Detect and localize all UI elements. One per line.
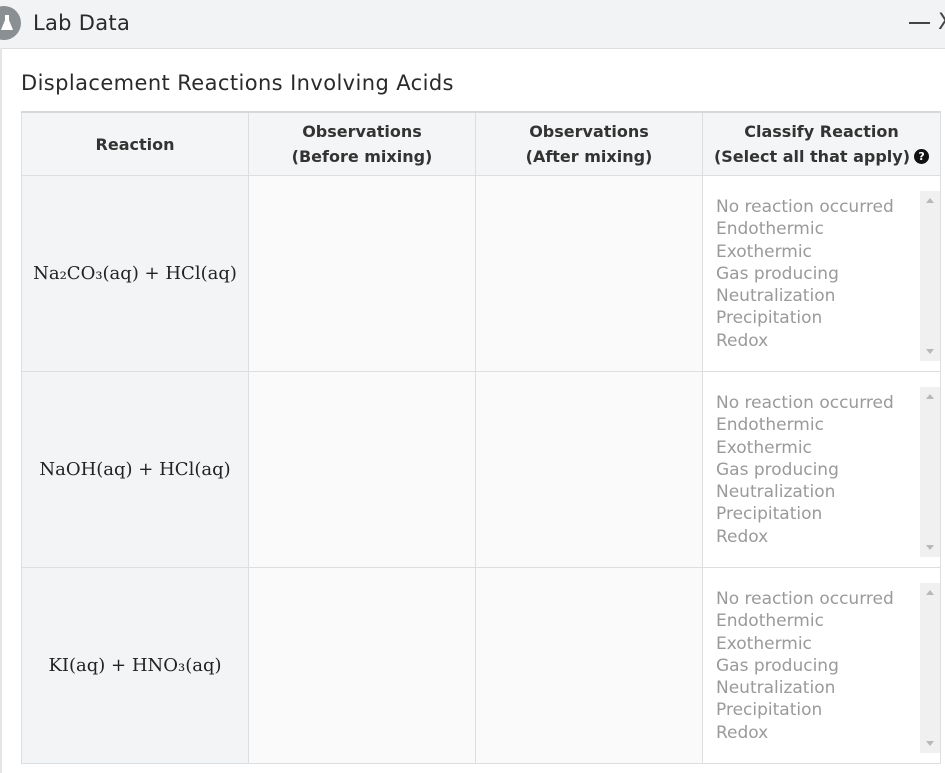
option-redox[interactable]: Redox: [703, 330, 940, 352]
table-row: Na₂CO₃(aq) + HCl(aq) No reaction occurre…: [21, 175, 941, 372]
option-redox[interactable]: Redox: [703, 526, 940, 548]
table-row: KI(aq) + HNO₃(aq) No reaction occurred E…: [21, 567, 941, 764]
reaction-cell: NaOH(aq) + HCl(aq): [21, 371, 249, 568]
header-obs-before-line1: Observations: [302, 122, 422, 141]
obs-before-input[interactable]: [248, 371, 476, 568]
window-edge: [0, 48, 2, 773]
obs-before-input[interactable]: [248, 175, 476, 372]
option-exothermic[interactable]: Exothermic: [703, 633, 940, 655]
option-gas-producing[interactable]: Gas producing: [703, 459, 940, 481]
listbox-scrollbar[interactable]: [920, 387, 940, 557]
scroll-up-icon[interactable]: [926, 394, 934, 399]
obs-after-input[interactable]: [475, 567, 703, 764]
table-header-row: Reaction Observations (Before mixing) Ob…: [21, 111, 941, 176]
window-titlebar: Lab Data X: [0, 0, 945, 49]
obs-before-input[interactable]: [248, 567, 476, 764]
option-no-reaction[interactable]: No reaction occurred: [703, 196, 940, 218]
header-obs-after-line2: (After mixing): [525, 147, 653, 166]
scroll-up-icon[interactable]: [926, 590, 934, 595]
help-icon[interactable]: ?: [914, 149, 930, 164]
scroll-up-icon[interactable]: [926, 198, 934, 203]
scroll-down-icon[interactable]: [926, 741, 934, 746]
minimize-button[interactable]: [903, 10, 935, 36]
option-gas-producing[interactable]: Gas producing: [703, 655, 940, 677]
option-neutralization[interactable]: Neutralization: [703, 677, 940, 699]
obs-after-input[interactable]: [475, 371, 703, 568]
header-classify-line2: (Select all that apply): [713, 147, 911, 166]
option-neutralization[interactable]: Neutralization: [703, 481, 940, 503]
close-button[interactable]: X: [938, 10, 945, 35]
scroll-down-icon[interactable]: [926, 349, 934, 354]
option-exothermic[interactable]: Exothermic: [703, 437, 940, 459]
minimize-icon[interactable]: [909, 22, 930, 24]
listbox-scrollbar[interactable]: [920, 583, 940, 753]
option-precipitation[interactable]: Precipitation: [703, 307, 940, 329]
flask-icon: [0, 6, 21, 40]
column-header-obs-after: Observations (After mixing): [475, 111, 703, 176]
header-reaction-label: Reaction: [95, 134, 175, 154]
header-classify-line2-wrap: (Select all that apply)?: [703, 144, 940, 169]
classify-listbox[interactable]: No reaction occurred Endothermic Exother…: [703, 387, 940, 557]
option-precipitation[interactable]: Precipitation: [703, 503, 940, 525]
window-title: Lab Data: [33, 11, 131, 35]
header-classify-line1: Classify Reaction: [744, 122, 899, 141]
column-header-obs-before: Observations (Before mixing): [248, 111, 476, 176]
option-endothermic[interactable]: Endothermic: [703, 218, 940, 240]
option-exothermic[interactable]: Exothermic: [703, 241, 940, 263]
column-header-classify: Classify Reaction (Select all that apply…: [702, 111, 941, 176]
lab-data-table: Reaction Observations (Before mixing) Ob…: [21, 111, 941, 764]
classify-listbox[interactable]: No reaction occurred Endothermic Exother…: [703, 191, 940, 361]
listbox-scrollbar[interactable]: [920, 191, 940, 361]
classify-cell: No reaction occurred Endothermic Exother…: [702, 175, 941, 372]
table-row: NaOH(aq) + HCl(aq) No reaction occurred …: [21, 371, 941, 568]
option-no-reaction[interactable]: No reaction occurred: [703, 392, 940, 414]
option-endothermic[interactable]: Endothermic: [703, 414, 940, 436]
page-title: Displacement Reactions Involving Acids: [21, 71, 454, 95]
classify-cell: No reaction occurred Endothermic Exother…: [702, 371, 941, 568]
option-gas-producing[interactable]: Gas producing: [703, 263, 940, 285]
option-redox[interactable]: Redox: [703, 722, 940, 744]
option-precipitation[interactable]: Precipitation: [703, 699, 940, 721]
option-neutralization[interactable]: Neutralization: [703, 285, 940, 307]
option-no-reaction[interactable]: No reaction occurred: [703, 588, 940, 610]
classify-listbox[interactable]: No reaction occurred Endothermic Exother…: [703, 583, 940, 753]
classify-cell: No reaction occurred Endothermic Exother…: [702, 567, 941, 764]
obs-after-input[interactable]: [475, 175, 703, 372]
header-obs-before-line2: (Before mixing): [291, 147, 433, 166]
column-header-reaction: Reaction: [21, 111, 249, 176]
scroll-down-icon[interactable]: [926, 545, 934, 550]
reaction-cell: Na₂CO₃(aq) + HCl(aq): [21, 175, 249, 372]
option-endothermic[interactable]: Endothermic: [703, 610, 940, 632]
header-obs-after-line1: Observations: [529, 122, 649, 141]
reaction-cell: KI(aq) + HNO₃(aq): [21, 567, 249, 764]
